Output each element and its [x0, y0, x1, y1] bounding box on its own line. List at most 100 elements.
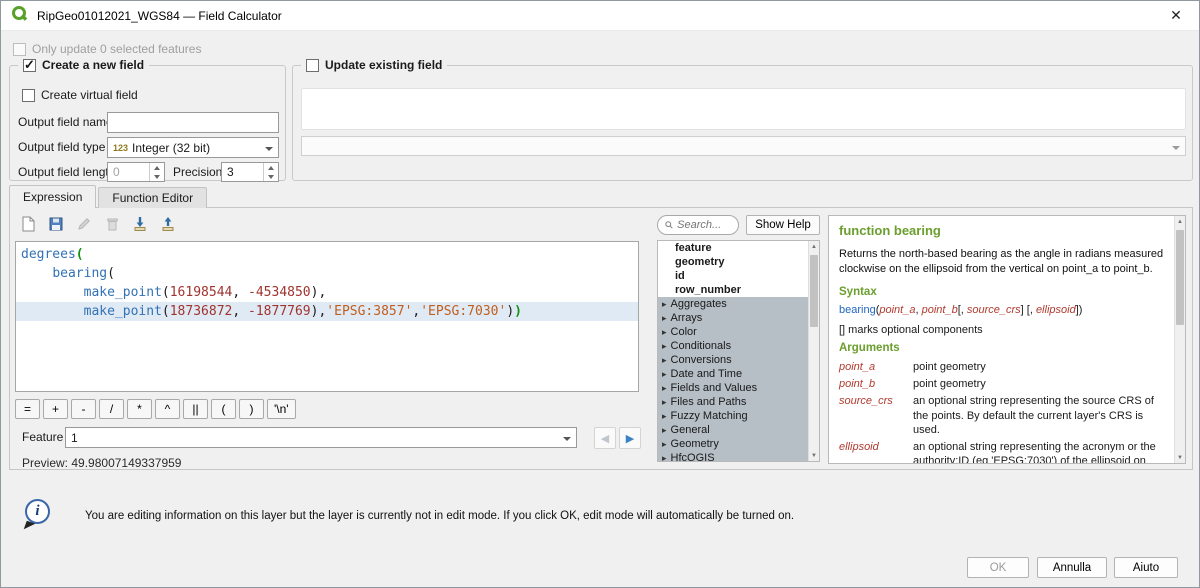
function-group-label: HfcQGIS [671, 451, 715, 462]
search-input[interactable] [677, 219, 731, 231]
create-new-field-group: Create a new field Create virtual field … [9, 65, 286, 181]
new-file-icon [20, 216, 36, 232]
next-feature-button[interactable]: ▶ [619, 427, 641, 449]
import-expression-button[interactable] [127, 212, 153, 236]
close-icon[interactable]: ✕ [1153, 1, 1199, 30]
update-existing-field-checkbox[interactable] [306, 59, 319, 72]
scroll-down-icon[interactable]: ▼ [1175, 452, 1185, 463]
argument-row: source_crs an optional string representi… [839, 394, 1165, 437]
output-field-length-value: 0 [113, 165, 120, 179]
help-button[interactable]: Aiuto [1114, 557, 1178, 578]
only-update-checkbox[interactable]: Only update 0 selected features [13, 42, 201, 56]
scrollbar-thumb[interactable] [810, 255, 818, 327]
code-line[interactable]: make_point(18736872, -1877769),'EPSG:385… [16, 302, 638, 321]
operator-button[interactable]: = [15, 399, 40, 419]
spin-up-icon[interactable] [268, 166, 274, 170]
operator-button[interactable]: ) [239, 399, 264, 419]
existing-field-select[interactable] [301, 136, 1186, 156]
show-help-button[interactable]: Show Help [746, 215, 820, 235]
spin-up-icon[interactable] [154, 166, 160, 170]
edit-expression-button[interactable] [71, 212, 97, 236]
ok-button[interactable]: OK [967, 557, 1029, 578]
search-icon [665, 220, 673, 230]
save-expression-button[interactable] [43, 212, 69, 236]
operator-button[interactable]: '\n' [267, 399, 296, 419]
arguments-table: point_a point geometry point_b point geo… [839, 360, 1165, 464]
tab-bar: Expression Function Editor [9, 185, 209, 208]
tree-scrollbar[interactable]: ▲ ▼ [808, 241, 819, 461]
code-line[interactable]: degrees( [16, 245, 638, 264]
function-group[interactable]: Conversions [658, 353, 819, 367]
scroll-up-icon[interactable]: ▲ [1175, 216, 1185, 227]
arrow-right-icon: ▶ [626, 432, 634, 445]
operator-button[interactable]: || [183, 399, 208, 419]
argument-description: an optional string representing the acro… [913, 440, 1165, 464]
operator-button[interactable]: * [127, 399, 152, 419]
update-existing-field-label: Update existing field [325, 58, 442, 72]
function-group[interactable]: Arrays [658, 311, 819, 325]
expression-editor[interactable]: degrees( bearing( make_point(16198544, -… [15, 241, 639, 392]
chevron-down-icon [1172, 146, 1180, 150]
output-field-length-label: Output field length [18, 162, 115, 183]
checkbox-box[interactable] [13, 43, 26, 56]
spin-down-icon[interactable] [268, 175, 274, 179]
precision-spinner[interactable]: 3 [221, 162, 279, 182]
function-group[interactable]: HfcQGIS [658, 451, 819, 462]
function-group[interactable]: General [658, 423, 819, 437]
help-scrollbar[interactable]: ▲ ▼ [1174, 216, 1185, 463]
function-group-label: Date and Time [671, 367, 743, 381]
create-virtual-field-label: Create virtual field [41, 88, 138, 102]
operator-button[interactable]: - [71, 399, 96, 419]
scrollbar-thumb[interactable] [1176, 230, 1184, 325]
function-search[interactable] [657, 215, 739, 235]
operator-button[interactable]: ^ [155, 399, 180, 419]
argument-description: point geometry [913, 360, 1165, 374]
create-new-field-checkbox[interactable] [23, 59, 36, 72]
output-field-type-select[interactable]: 123 Integer (32 bit) [107, 137, 279, 158]
operator-button[interactable]: ( [211, 399, 236, 419]
spinner-buttons[interactable] [263, 163, 278, 181]
spin-down-icon[interactable] [154, 175, 160, 179]
function-group-label: Geometry [671, 437, 719, 451]
scroll-up-icon[interactable]: ▲ [809, 241, 819, 252]
tab-function-editor[interactable]: Function Editor [98, 187, 207, 208]
function-list-item[interactable]: geometry [658, 255, 819, 269]
code-line[interactable]: make_point(16198544, -4534850), [16, 283, 638, 302]
function-list-item[interactable]: feature [658, 241, 819, 255]
previous-feature-button[interactable]: ◀ [594, 427, 616, 449]
operator-button[interactable]: + [43, 399, 68, 419]
function-list-item[interactable]: id [658, 269, 819, 283]
operator-button-row: =+-/*^||()'\n' [15, 399, 299, 419]
function-group[interactable]: Files and Paths [658, 395, 819, 409]
delete-expression-button[interactable] [99, 212, 125, 236]
argument-name: point_b [839, 377, 913, 391]
function-group[interactable]: Aggregates [658, 297, 819, 311]
code-line[interactable]: bearing( [16, 264, 638, 283]
function-group[interactable]: Color [658, 325, 819, 339]
operator-button[interactable]: / [99, 399, 124, 419]
new-expression-button[interactable] [15, 212, 41, 236]
function-group[interactable]: Fields and Values [658, 381, 819, 395]
function-list-item[interactable]: row_number [658, 283, 819, 297]
function-group[interactable]: Geometry [658, 437, 819, 451]
function-group[interactable]: Date and Time [658, 367, 819, 381]
spinner-buttons[interactable] [149, 163, 164, 181]
export-expression-button[interactable] [155, 212, 181, 236]
scroll-down-icon[interactable]: ▼ [809, 450, 819, 461]
function-group[interactable]: Fuzzy Matching [658, 409, 819, 423]
output-field-length-spinner[interactable]: 0 [107, 162, 165, 182]
checkbox-box[interactable] [22, 89, 35, 102]
window-title: RipGeo01012021_WGS84 — Field Calculator [37, 9, 282, 23]
function-tree[interactable]: featuregeometryidrow_number AggregatesAr… [657, 240, 820, 462]
tab-expression[interactable]: Expression [9, 185, 96, 208]
create-virtual-field-checkbox[interactable]: Create virtual field [22, 88, 138, 102]
function-group-label: Conditionals [671, 339, 732, 353]
function-group[interactable]: Conditionals [658, 339, 819, 353]
arrow-left-icon: ◀ [601, 432, 609, 445]
output-field-name-input[interactable] [107, 112, 279, 133]
feature-picker[interactable]: 1 [65, 427, 577, 448]
cancel-button[interactable]: Annulla [1037, 557, 1107, 578]
function-group-label: General [671, 423, 710, 437]
precision-value: 3 [227, 165, 234, 179]
preview-value: 49.98007149337959 [71, 456, 181, 470]
